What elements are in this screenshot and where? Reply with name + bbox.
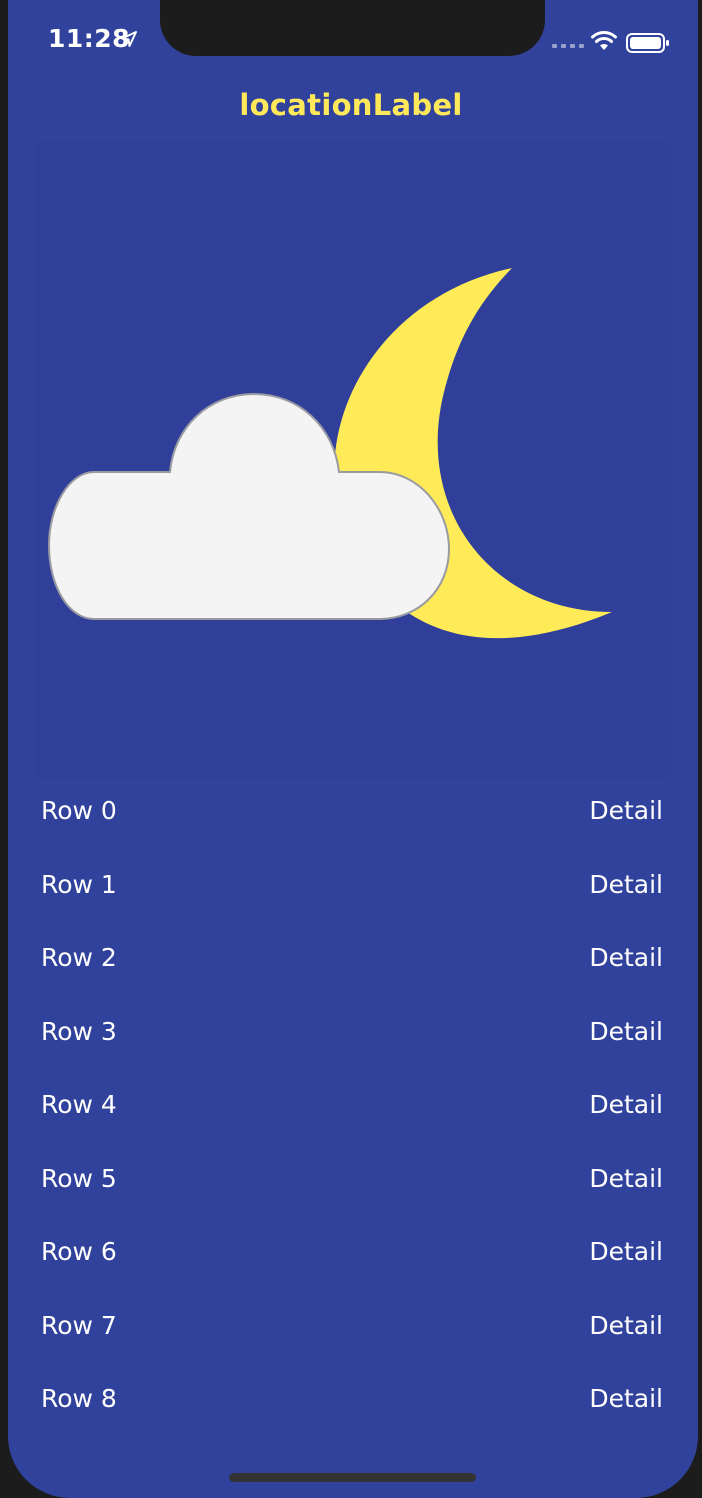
row-detail: Detail: [589, 1384, 663, 1413]
weather-image: [34, 142, 671, 778]
row-detail: Detail: [589, 1163, 663, 1193]
partly-cloudy-night-icon: [47, 268, 612, 639]
table-row[interactable]: Row 7 Detail: [34, 1293, 671, 1366]
row-label: Row 5: [41, 1163, 117, 1193]
row-label: Row 0: [41, 796, 117, 825]
row-detail: Detail: [589, 1237, 663, 1266]
table-row[interactable]: Row 4 Detail: [34, 1072, 671, 1145]
row-label: Row 1: [41, 869, 117, 899]
row-label: Row 6: [41, 1237, 117, 1266]
row-label: Row 7: [41, 1310, 117, 1340]
row-detail: Detail: [589, 1310, 663, 1340]
wifi-icon: [591, 31, 617, 50]
location-label: locationLabel: [239, 88, 463, 122]
status-time: 11:28: [48, 24, 131, 53]
row-detail: Detail: [589, 1090, 663, 1119]
table-row[interactable]: Row 8 Detail: [34, 1366, 671, 1439]
row-detail: Detail: [589, 869, 663, 899]
row-detail: Detail: [589, 796, 663, 825]
table-row[interactable]: Row 5 Detail: [34, 1146, 671, 1219]
row-detail: Detail: [589, 1016, 663, 1046]
table-row[interactable]: Row 1 Detail: [34, 852, 671, 925]
signal-icon: [552, 44, 584, 48]
row-label: Row 8: [41, 1384, 117, 1413]
row-label: Row 3: [41, 1016, 117, 1046]
row-label: Row 4: [41, 1090, 117, 1119]
row-label: Row 2: [41, 943, 117, 972]
row-detail: Detail: [589, 943, 663, 972]
table-row[interactable]: Row 6 Detail: [34, 1219, 671, 1292]
battery-icon: [626, 33, 669, 53]
device-notch: [160, 0, 545, 56]
location-arrow-icon: [121, 31, 137, 47]
table-row[interactable]: Row 0 Detail: [34, 778, 671, 851]
home-indicator[interactable]: [229, 1473, 476, 1482]
table-row[interactable]: Row 2 Detail: [34, 925, 671, 998]
table-row[interactable]: Row 3 Detail: [34, 999, 671, 1072]
